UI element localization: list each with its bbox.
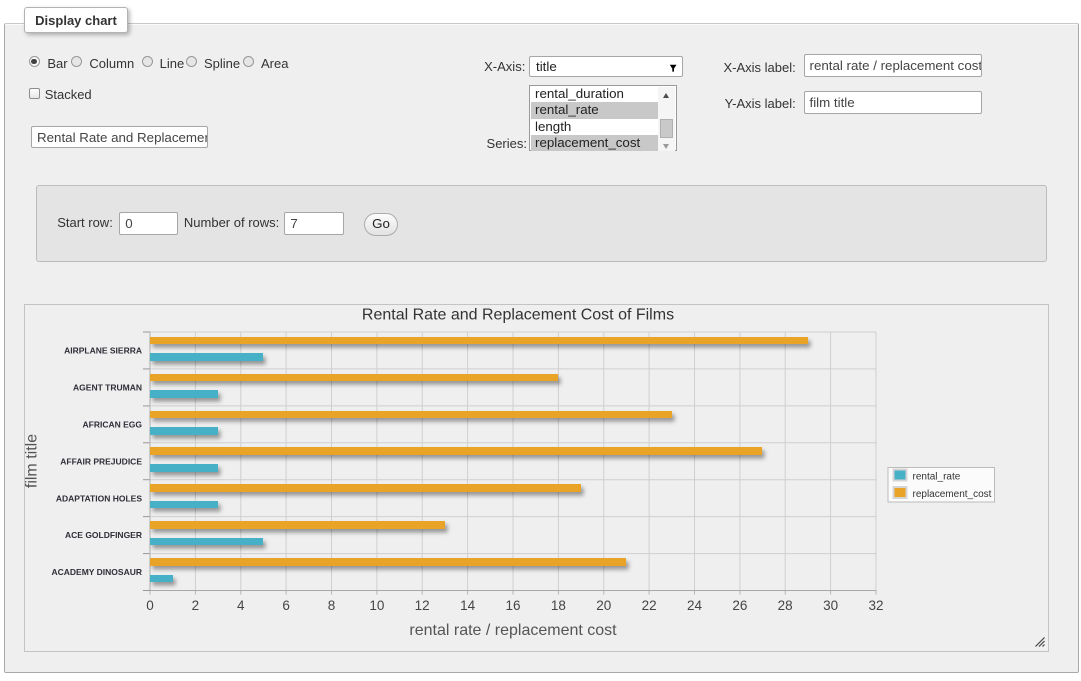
svg-text:rental rate / replacement cost: rental rate / replacement cost <box>409 622 617 639</box>
svg-text:30: 30 <box>823 598 838 613</box>
svg-text:26: 26 <box>732 598 747 613</box>
svg-text:AIRPLANE SIERRA: AIRPLANE SIERRA <box>64 346 142 356</box>
svg-text:replacement_cost: replacement_cost <box>913 489 992 500</box>
svg-text:24: 24 <box>687 598 703 613</box>
svg-text:AFRICAN EGG: AFRICAN EGG <box>83 419 143 429</box>
svg-text:AFFAIR PREJUDICE: AFFAIR PREJUDICE <box>60 456 142 466</box>
svg-text:14: 14 <box>460 598 476 613</box>
svg-text:ACE GOLDFINGER: ACE GOLDFINGER <box>65 530 142 540</box>
svg-text:Rental Rate and Replacement Co: Rental Rate and Replacement Cost of Film… <box>362 306 674 323</box>
svg-text:16: 16 <box>505 598 520 613</box>
svg-text:22: 22 <box>642 598 657 613</box>
svg-text:12: 12 <box>415 598 430 613</box>
svg-text:8: 8 <box>328 598 336 613</box>
svg-text:28: 28 <box>778 598 793 613</box>
svg-text:ADAPTATION HOLES: ADAPTATION HOLES <box>56 493 142 503</box>
svg-text:rental_rate: rental_rate <box>913 471 961 482</box>
svg-text:32: 32 <box>868 598 883 613</box>
svg-text:6: 6 <box>282 598 290 613</box>
svg-text:AGENT TRUMAN: AGENT TRUMAN <box>73 383 142 393</box>
svg-text:20: 20 <box>596 598 611 613</box>
svg-text:18: 18 <box>551 598 566 613</box>
svg-text:0: 0 <box>146 598 154 613</box>
svg-text:film title: film title <box>24 434 41 488</box>
svg-text:10: 10 <box>369 598 384 613</box>
svg-text:4: 4 <box>237 598 245 613</box>
svg-text:ACADEMY DINOSAUR: ACADEMY DINOSAUR <box>51 567 142 577</box>
svg-text:2: 2 <box>192 598 200 613</box>
